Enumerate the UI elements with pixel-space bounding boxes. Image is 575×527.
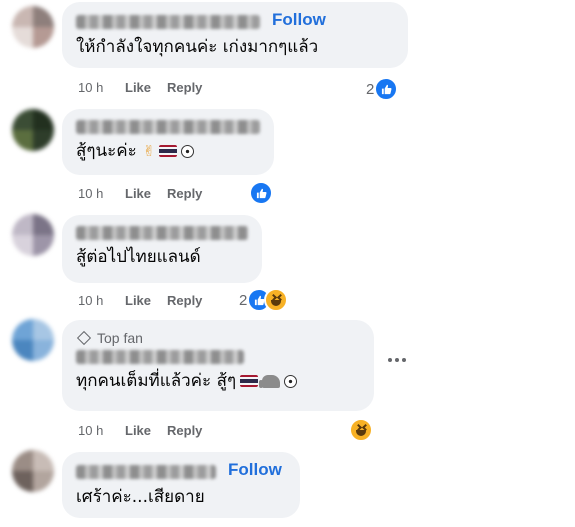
comment-text: สู้ๆนะค่ะ ✌ xyxy=(76,140,260,162)
commenter-avatar[interactable] xyxy=(12,109,54,151)
comment-timestamp[interactable]: 10 h xyxy=(78,423,125,438)
comment-actions: 10 h Like Reply xyxy=(78,293,202,308)
commenter-name[interactable] xyxy=(76,226,248,240)
commenter-name[interactable] xyxy=(76,14,260,29)
comment-text: เศร้าค่ะ...เสียดาย xyxy=(76,487,205,507)
comment-text: ทุกคนเต็มที่แล้วค่ะ สู้ๆ xyxy=(76,370,360,392)
comment-text: สู้ต่อไปไทยแลนด์ xyxy=(76,247,201,267)
like-reaction-icon xyxy=(249,181,273,205)
like-button[interactable]: Like xyxy=(125,293,151,308)
comment-bubble: Follow เศร้าค่ะ...เสียดาย xyxy=(62,452,300,518)
elephant-emoji xyxy=(259,374,281,388)
thailand-flag-emoji xyxy=(240,375,259,387)
commenter-avatar[interactable] xyxy=(12,319,54,361)
comment-timestamp[interactable]: 10 h xyxy=(78,80,125,95)
reaction-summary[interactable]: 2 xyxy=(366,77,399,101)
commenter-avatar[interactable] xyxy=(12,214,54,256)
like-button[interactable]: Like xyxy=(125,80,151,95)
comment-bubble: Follow ให้กำลังใจทุกคนค่ะ เก่งมากๆแล้ว xyxy=(62,2,408,68)
comment-bubble: สู้ต่อไปไทยแลนด์ xyxy=(62,215,262,283)
comment-bubble: สู้ๆนะค่ะ ✌ xyxy=(62,109,274,175)
soccer-ball-emoji xyxy=(181,144,195,158)
more-options-icon[interactable] xyxy=(388,358,406,362)
comment-text: ให้กำลังใจทุกคนค่ะ เก่งมากๆแล้ว xyxy=(76,37,319,57)
commenter-avatar[interactable] xyxy=(12,6,54,48)
reaction-summary[interactable] xyxy=(249,181,273,205)
haha-reaction-icon xyxy=(349,418,373,442)
reply-button[interactable]: Reply xyxy=(167,293,202,308)
reaction-count: 2 xyxy=(366,80,375,98)
comment-timestamp[interactable]: 10 h xyxy=(78,186,125,201)
reaction-count: 2 xyxy=(239,291,248,309)
follow-button[interactable]: Follow xyxy=(272,10,326,30)
reply-button[interactable]: Reply xyxy=(167,423,202,438)
thailand-flag-emoji xyxy=(159,145,178,157)
reaction-summary[interactable]: 2 xyxy=(239,288,289,312)
like-reaction-icon xyxy=(374,77,399,101)
comment-timestamp[interactable]: 10 h xyxy=(78,293,125,308)
reply-button[interactable]: Reply xyxy=(167,186,202,201)
comment-actions: 10 h Like Reply xyxy=(78,186,202,201)
victory-hand-emoji: ✌ xyxy=(142,142,156,160)
comment-actions: 10 h Like Reply xyxy=(78,80,202,95)
like-button[interactable]: Like xyxy=(125,423,151,438)
like-button[interactable]: Like xyxy=(125,186,151,201)
commenter-name[interactable] xyxy=(76,464,216,479)
top-fan-badge: Top fan xyxy=(76,330,360,346)
follow-button[interactable]: Follow xyxy=(228,460,282,480)
commenter-name[interactable] xyxy=(76,120,260,134)
top-fan-diamond-icon xyxy=(76,330,92,346)
comment-actions: 10 h Like Reply xyxy=(78,423,202,438)
commenter-avatar[interactable] xyxy=(12,450,54,492)
comment-bubble: Top fan ทุกคนเต็มที่แล้วค่ะ สู้ๆ xyxy=(62,320,374,411)
soccer-ball-emoji xyxy=(284,374,298,388)
commenter-name[interactable] xyxy=(76,350,244,364)
reply-button[interactable]: Reply xyxy=(167,80,202,95)
reaction-summary[interactable] xyxy=(349,418,373,442)
haha-reaction-icon xyxy=(264,288,289,312)
